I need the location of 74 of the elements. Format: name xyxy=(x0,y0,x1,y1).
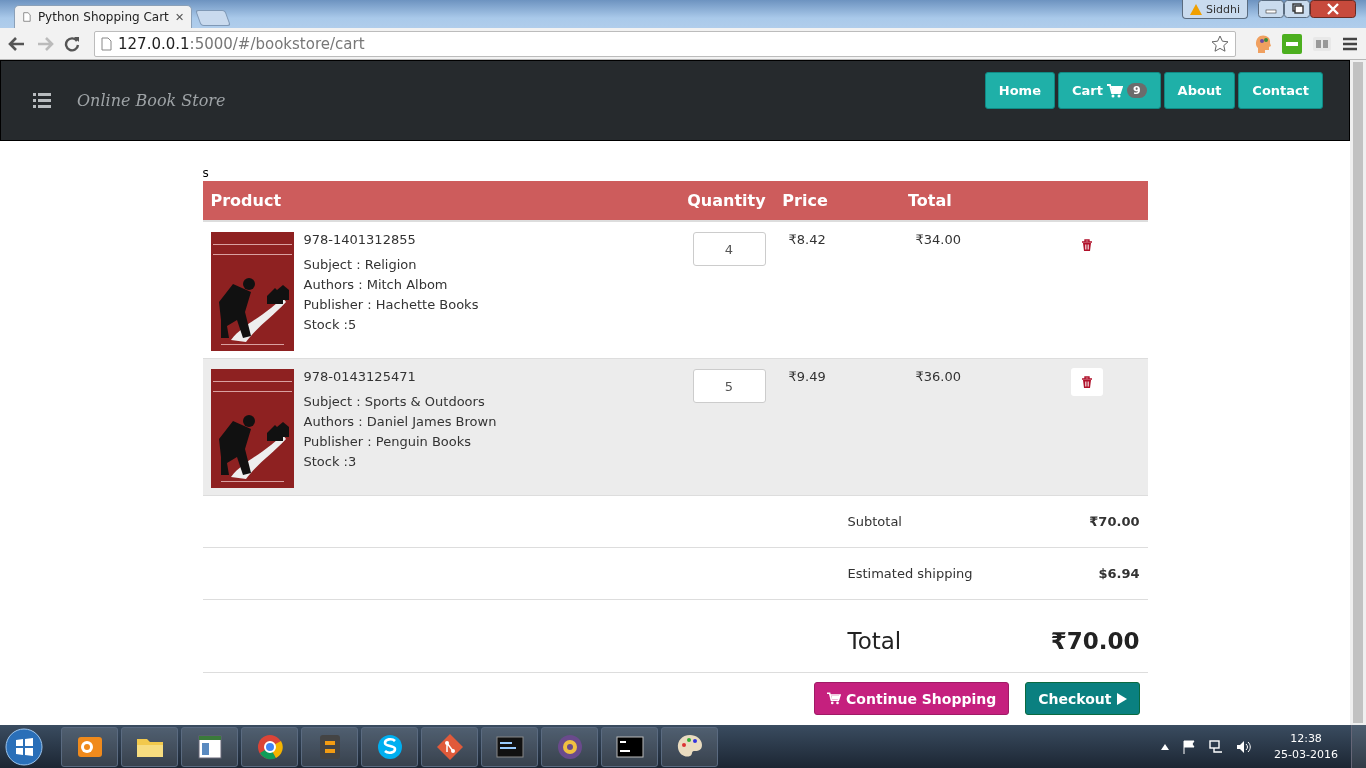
address-bar[interactable]: 127.0.0.1:5000/#/bookstore/cart xyxy=(94,30,1236,57)
detail-text: Stock :3 xyxy=(303,453,358,471)
maximize-icon[interactable] xyxy=(1284,0,1310,18)
column-header: Price xyxy=(781,191,829,210)
summary-value: ₹70.00 xyxy=(1050,628,1140,654)
browser-tab[interactable]: Python Shopping Cart xyxy=(14,5,192,28)
checkout-button[interactable]: Checkout xyxy=(1025,682,1140,715)
column-header: Product xyxy=(209,191,283,210)
page-icon xyxy=(101,36,112,51)
taskbar-app[interactable] xyxy=(601,726,658,767)
star-icon[interactable] xyxy=(1211,34,1229,53)
clock[interactable]: 12:38 25-03-2016 xyxy=(1274,730,1338,763)
column-header: Total xyxy=(907,191,953,210)
start-icon[interactable] xyxy=(4,726,44,767)
summary-value: $6.94 xyxy=(1098,566,1140,581)
quantity-field[interactable]: 4 xyxy=(692,232,766,266)
detail-text: Stock :5 xyxy=(303,316,358,334)
quantity-field[interactable]: 5 xyxy=(692,369,766,403)
delete-button[interactable] xyxy=(1070,368,1103,396)
scrollbar[interactable] xyxy=(1350,60,1366,725)
isbn-text: 978-1401312855 xyxy=(303,232,417,247)
taskbar-app[interactable] xyxy=(421,726,478,767)
menu-icon[interactable] xyxy=(1342,35,1358,52)
summary-label: Estimated shipping xyxy=(847,566,973,581)
taskbar-app[interactable] xyxy=(121,726,178,767)
detail-text: Authors : Daniel James Brown xyxy=(303,413,497,431)
url-text: 127.0.0.1:5000/#/bookstore/cart xyxy=(118,34,365,53)
up-arrow-icon[interactable] xyxy=(1161,743,1170,750)
taskbar-app[interactable] xyxy=(481,726,538,767)
close-icon[interactable] xyxy=(1310,0,1356,18)
trash-icon xyxy=(1080,375,1093,389)
taskbar-app[interactable] xyxy=(61,726,118,767)
total-text: ₹36.00 xyxy=(915,369,961,384)
taskbar-app[interactable] xyxy=(241,726,298,767)
trash-icon xyxy=(1080,238,1093,252)
taskbar-app[interactable] xyxy=(661,726,718,767)
warning-icon xyxy=(1189,3,1202,15)
detail-text: Subject : Sports & Outdoors xyxy=(303,393,486,411)
close-icon[interactable] xyxy=(175,12,183,22)
total-text: ₹34.00 xyxy=(915,232,961,247)
flag-icon[interactable] xyxy=(1182,739,1197,754)
continue-shopping-button[interactable]: Continue Shopping xyxy=(814,682,1010,715)
taskbar-app[interactable] xyxy=(541,726,598,767)
cart-icon xyxy=(827,692,842,705)
price-text: ₹8.42 xyxy=(788,232,826,247)
summary-value: ₹70.00 xyxy=(1089,514,1140,529)
profile-button[interactable]: Siddhi xyxy=(1181,0,1248,19)
isbn-text: 978-0143125471 xyxy=(303,369,417,384)
summary-label: Subtotal xyxy=(847,514,902,529)
detail-text: Publisher : Hachette Books xyxy=(303,296,479,314)
summary-label: Total xyxy=(847,628,902,654)
nav-link[interactable]: Cart 9 xyxy=(1057,72,1161,109)
taskbar-app[interactable] xyxy=(301,726,358,767)
page-icon xyxy=(23,10,31,24)
detail-text: Subject : Religion xyxy=(303,256,418,274)
back-icon[interactable] xyxy=(8,35,26,52)
reload-icon[interactable] xyxy=(64,35,80,52)
count-badge: 9 xyxy=(1126,83,1147,98)
price-text: ₹9.49 xyxy=(788,369,826,384)
brand-link[interactable]: Online Book Store xyxy=(77,91,226,110)
column-header: Quantity xyxy=(686,191,767,210)
play-icon xyxy=(1116,692,1127,705)
detail-text: Authors : Mitch Albom xyxy=(303,276,449,294)
taskbar-app[interactable] xyxy=(181,726,238,767)
minimize-icon[interactable] xyxy=(1258,0,1284,18)
extension-icon[interactable] xyxy=(1282,33,1302,54)
speaker-icon[interactable] xyxy=(1236,739,1253,754)
taskbar-app[interactable] xyxy=(361,726,418,767)
head-icon[interactable] xyxy=(1254,33,1272,54)
stray-text: s xyxy=(202,165,210,181)
network-icon[interactable] xyxy=(1209,739,1224,754)
detail-text: Publisher : Penguin Books xyxy=(303,433,473,451)
cart-icon xyxy=(1106,83,1123,98)
list-icon[interactable] xyxy=(33,93,51,108)
